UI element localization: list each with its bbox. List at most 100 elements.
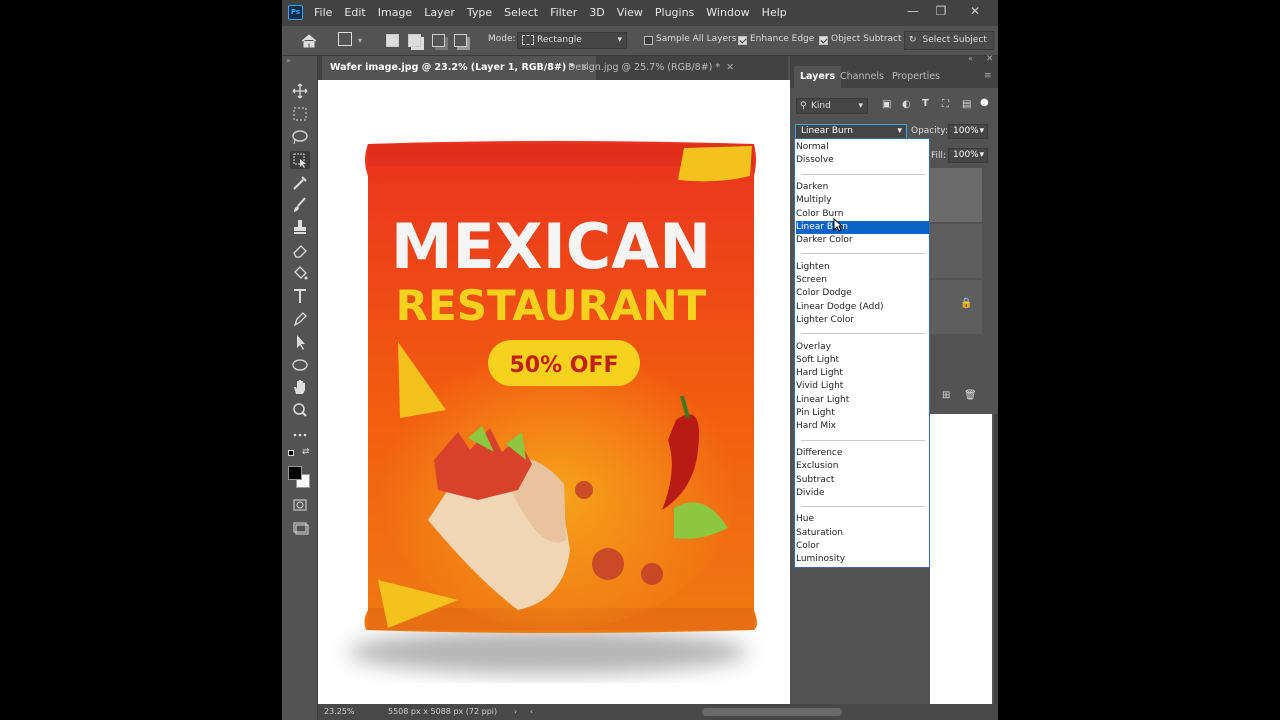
menu-item-type[interactable]: Type bbox=[461, 0, 498, 26]
close-icon[interactable]: ✕ bbox=[986, 54, 994, 64]
new-selection-icon[interactable] bbox=[386, 34, 399, 47]
maximize-icon[interactable]: ❐ bbox=[932, 3, 950, 19]
blend-mode-option-lighter-color[interactable]: Lighter Color bbox=[796, 314, 929, 327]
type-filter-icon[interactable]: T bbox=[922, 98, 929, 109]
menu-item-3d[interactable]: 3D bbox=[583, 0, 610, 26]
pixel-filter-icon[interactable]: ▣ bbox=[882, 99, 891, 110]
object-subtract-checkbox[interactable] bbox=[819, 36, 828, 45]
default-colors-icon[interactable] bbox=[288, 450, 294, 456]
type-tool-icon[interactable] bbox=[290, 287, 310, 305]
swap-colors-icon[interactable]: ⇄ bbox=[302, 447, 310, 457]
minimize-icon[interactable]: — bbox=[904, 3, 922, 19]
blend-mode-option-linear-light[interactable]: Linear Light bbox=[796, 394, 929, 407]
menu-item-edit[interactable]: Edit bbox=[338, 0, 371, 26]
stamp-tool-icon[interactable] bbox=[290, 218, 310, 236]
layer-row[interactable] bbox=[930, 224, 982, 278]
lasso-tool-icon[interactable] bbox=[290, 128, 310, 146]
blend-mode-option-hue[interactable]: Hue bbox=[796, 513, 929, 526]
close-icon[interactable]: ✕ bbox=[726, 62, 734, 73]
move-tool-icon[interactable] bbox=[290, 82, 310, 100]
more-tools-icon[interactable] bbox=[290, 426, 310, 444]
paint-bucket-tool-icon[interactable] bbox=[290, 264, 310, 282]
layer-row[interactable] bbox=[930, 168, 982, 222]
collapse-icon[interactable]: « bbox=[968, 54, 973, 63]
screen-mode-icon[interactable] bbox=[290, 519, 310, 537]
blend-mode-option-linear-dodge-add[interactable]: Linear Dodge (Add) bbox=[796, 301, 929, 314]
blend-mode-option-darker-color[interactable]: Darker Color bbox=[796, 234, 929, 247]
blend-mode-option-exclusion[interactable]: Exclusion bbox=[796, 460, 929, 473]
object-selection-tool-icon[interactable] bbox=[290, 151, 310, 169]
blend-mode-option-color-dodge[interactable]: Color Dodge bbox=[796, 287, 929, 300]
path-selection-tool-icon[interactable] bbox=[290, 333, 310, 351]
blend-mode-option-color-burn[interactable]: Color Burn bbox=[796, 208, 929, 221]
menu-item-help[interactable]: Help bbox=[756, 0, 793, 26]
zoom-level[interactable]: 23.25% bbox=[324, 704, 355, 720]
menu-item-layer[interactable]: Layer bbox=[418, 0, 461, 26]
menu-item-view[interactable]: View bbox=[611, 0, 649, 26]
mode-select[interactable]: Rectangle ▾ bbox=[517, 32, 627, 49]
eyedropper-tool-icon[interactable] bbox=[290, 173, 310, 191]
blend-mode-option-vivid-light[interactable]: Vivid Light bbox=[796, 380, 929, 393]
horizontal-scrollbar[interactable] bbox=[702, 708, 842, 716]
chevron-left-icon[interactable]: ‹ bbox=[530, 704, 533, 720]
menu-item-image[interactable]: Image bbox=[372, 0, 418, 26]
menu-item-filter[interactable]: Filter bbox=[544, 0, 583, 26]
quick-mask-icon[interactable] bbox=[290, 496, 310, 514]
marquee-tool-icon[interactable] bbox=[290, 105, 310, 123]
close-icon[interactable]: ✕ bbox=[966, 3, 984, 19]
blend-mode-option-saturation[interactable]: Saturation bbox=[796, 527, 929, 540]
brush-tool-icon[interactable] bbox=[290, 196, 310, 214]
kind-select[interactable]: ⚲ Kind ▾ bbox=[796, 98, 868, 114]
blend-mode-option-multiply[interactable]: Multiply bbox=[796, 194, 929, 207]
blend-mode-option-darken[interactable]: Darken bbox=[796, 181, 929, 194]
tab-channels[interactable]: Channels bbox=[834, 66, 890, 88]
blend-mode-option-color[interactable]: Color bbox=[796, 540, 929, 553]
tab-wafer-image[interactable]: Wafer image.jpg @ 23.2% (Layer 1, RGB/8#… bbox=[322, 56, 597, 80]
layer-row[interactable]: 🔒 bbox=[930, 280, 982, 334]
blend-mode-option-pin-light[interactable]: Pin Light bbox=[796, 407, 929, 420]
pen-tool-icon[interactable] bbox=[290, 310, 310, 328]
sample-all-layers-checkbox[interactable] bbox=[644, 36, 653, 45]
opacity-input[interactable]: 100% ▾ bbox=[948, 124, 988, 139]
collapse-icon[interactable]: » bbox=[286, 56, 291, 65]
blend-mode-select[interactable]: Linear Burn ▾ bbox=[795, 124, 907, 139]
blend-mode-option-screen[interactable]: Screen bbox=[796, 274, 929, 287]
blend-mode-option-difference[interactable]: Difference bbox=[796, 447, 929, 460]
menu-item-select[interactable]: Select bbox=[498, 0, 544, 26]
add-selection-icon[interactable] bbox=[408, 34, 421, 47]
foreground-color-swatch[interactable] bbox=[288, 466, 302, 480]
filter-toggle-icon[interactable]: ● bbox=[980, 97, 989, 108]
shape-filter-icon[interactable]: ⛶ bbox=[942, 99, 949, 110]
blend-mode-option-hard-mix[interactable]: Hard Mix bbox=[796, 420, 929, 433]
intersect-selection-icon[interactable] bbox=[454, 34, 467, 47]
select-subject-button[interactable]: ↻ Select Subject bbox=[904, 31, 994, 50]
blend-mode-option-dissolve[interactable]: Dissolve bbox=[796, 154, 929, 167]
panel-scrollbar[interactable] bbox=[994, 414, 998, 704]
menu-item-file[interactable]: File bbox=[308, 0, 338, 26]
blend-mode-option-luminosity[interactable]: Luminosity bbox=[796, 553, 929, 566]
chevron-right-icon[interactable]: › bbox=[514, 704, 517, 720]
adjustment-filter-icon[interactable]: ◐ bbox=[902, 99, 911, 110]
menu-item-window[interactable]: Window bbox=[700, 0, 755, 26]
blend-mode-option-soft-light[interactable]: Soft Light bbox=[796, 354, 929, 367]
panel-menu-icon[interactable]: ≡ bbox=[984, 71, 992, 81]
blend-mode-option-linear-burn[interactable]: Linear Burn bbox=[796, 220, 929, 234]
ellipse-tool-icon[interactable] bbox=[290, 356, 310, 374]
menu-item-plugins[interactable]: Plugins bbox=[649, 0, 700, 26]
enhance-edge-checkbox[interactable] bbox=[738, 36, 747, 45]
chevron-down-icon[interactable]: ▾ bbox=[358, 36, 362, 45]
hand-tool-icon[interactable] bbox=[290, 378, 310, 396]
tab-design[interactable]: Design.jpg @ 25.7% (RGB/8#) * ✕ bbox=[560, 56, 742, 80]
blend-mode-option-overlay[interactable]: Overlay bbox=[796, 341, 929, 354]
subtract-selection-icon[interactable] bbox=[432, 34, 445, 47]
blend-mode-option-divide[interactable]: Divide bbox=[796, 487, 929, 500]
home-icon[interactable] bbox=[300, 32, 318, 50]
smart-object-filter-icon[interactable]: ▤ bbox=[962, 99, 971, 110]
zoom-tool-icon[interactable] bbox=[290, 401, 310, 419]
eraser-tool-icon[interactable] bbox=[290, 241, 310, 259]
delete-layer-icon[interactable]: 🗑 bbox=[964, 390, 977, 401]
blend-mode-option-normal[interactable]: Normal bbox=[796, 141, 929, 154]
tool-preset-icon[interactable] bbox=[338, 32, 352, 46]
tab-properties[interactable]: Properties bbox=[886, 66, 946, 88]
blend-mode-option-lighten[interactable]: Lighten bbox=[796, 261, 929, 274]
